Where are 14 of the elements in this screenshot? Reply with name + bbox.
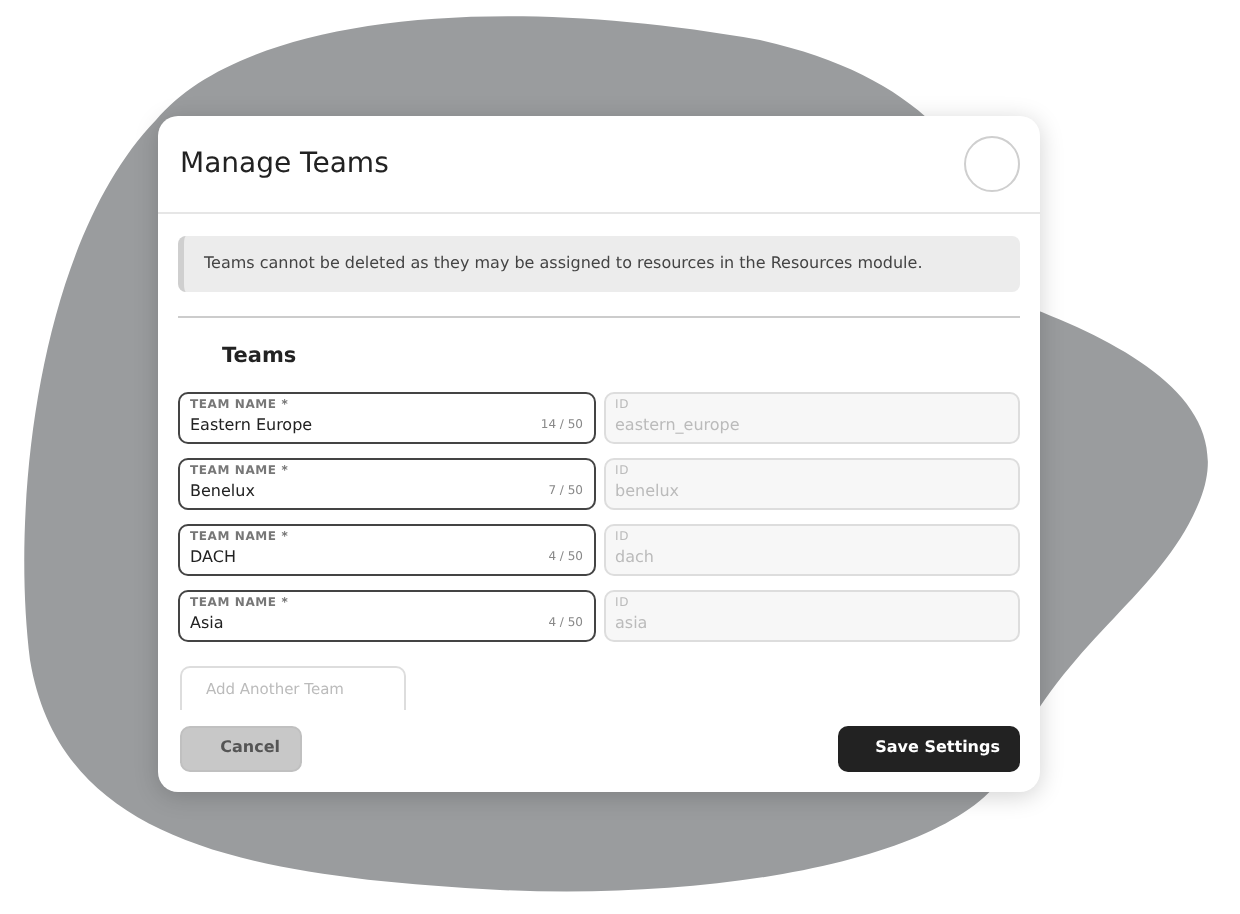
dialog-title: Manage Teams <box>180 145 389 183</box>
field-value: dach <box>615 545 654 570</box>
section-title: Teams <box>222 342 299 372</box>
close-button[interactable] <box>964 136 1020 192</box>
notice-message: Teams cannot be deleted as they may be assigned to resources in the Resources module. <box>178 236 1020 292</box>
field-value: eastern_europe <box>615 413 740 438</box>
field-value: Asia <box>190 611 224 636</box>
field-value: Benelux <box>190 479 255 504</box>
field-value: asia <box>615 611 648 636</box>
cancel-button[interactable]: Cancel <box>180 725 302 772</box>
field-value: DACH <box>190 545 236 570</box>
field-value: Eastern Europe <box>190 413 313 438</box>
field-value: benelux <box>615 479 680 504</box>
save-button[interactable]: Save Settings <box>838 725 1020 772</box>
